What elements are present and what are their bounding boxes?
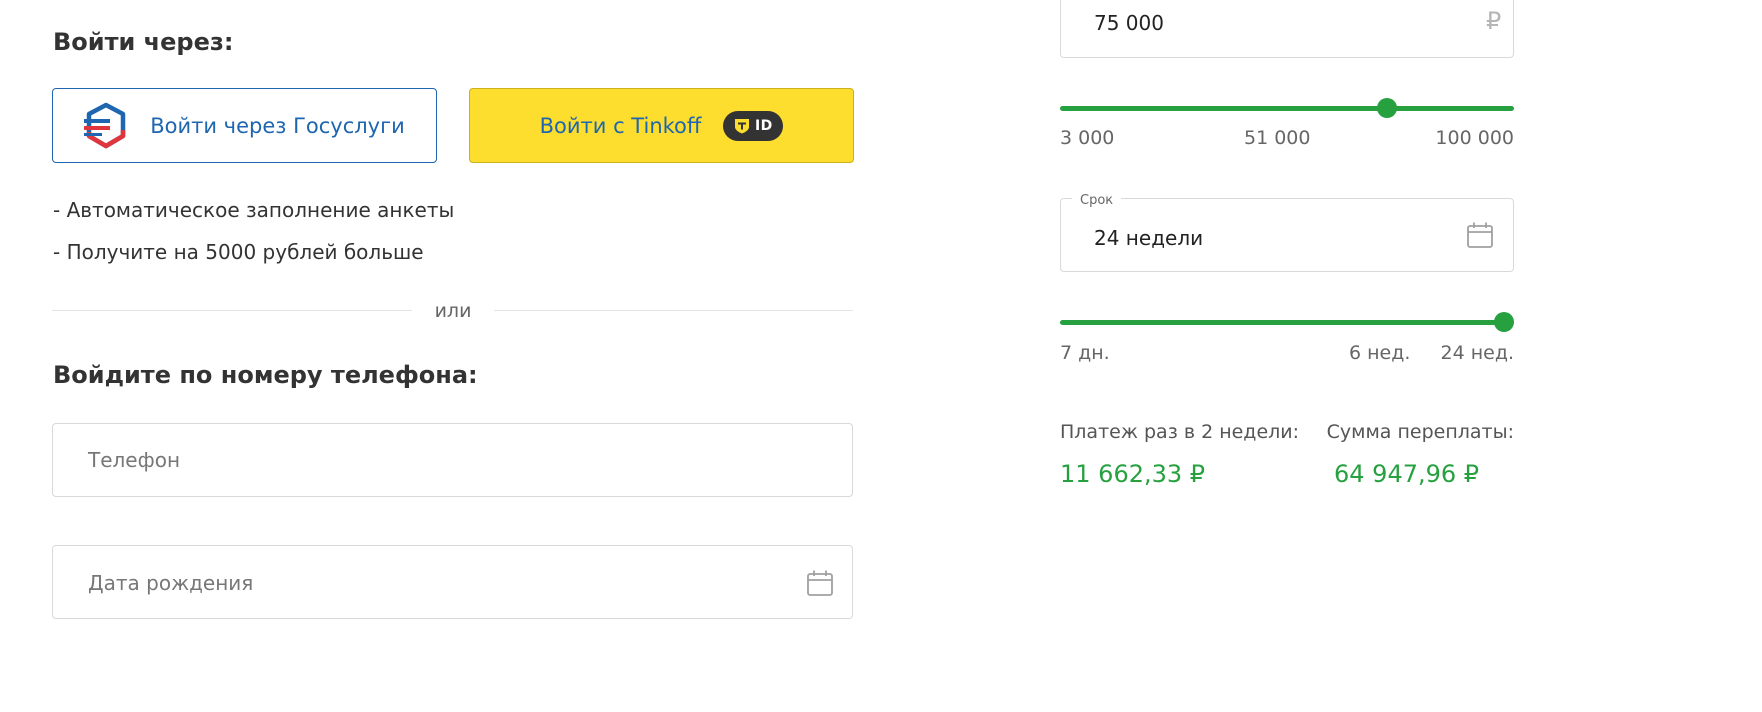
- amount-slider-thumb[interactable]: [1377, 98, 1397, 118]
- gosuslugi-login-button[interactable]: Войти через Госуслуги: [52, 88, 437, 163]
- term-slider[interactable]: [1060, 312, 1514, 332]
- term-slider-thumb[interactable]: [1494, 312, 1514, 332]
- calendar-icon[interactable]: [1466, 221, 1494, 249]
- gosuslugi-button-label: Войти через Госуслуги: [150, 113, 405, 138]
- amount-slider-track[interactable]: [1060, 106, 1514, 111]
- amount-mid-label: 51 000: [1244, 127, 1311, 149]
- payment-value: 11 662,33 ₽: [1060, 460, 1206, 488]
- amount-min-label: 3 000: [1060, 127, 1115, 149]
- phone-placeholder: Телефон: [88, 448, 181, 472]
- term-max-label: 24 нед.: [1440, 342, 1514, 364]
- term-mid-label: 6 нед.: [1349, 342, 1411, 364]
- phone-login-heading: Войдите по номеру телефона:: [53, 361, 478, 389]
- overpayment-label: Сумма переплаты:: [1326, 421, 1514, 443]
- gosuslugi-logo-icon: [84, 102, 126, 148]
- login-heading: Войти через:: [53, 28, 234, 56]
- tinkoff-id-label: ID: [754, 117, 773, 134]
- payment-label: Платеж раз в 2 недели:: [1060, 421, 1300, 443]
- loan-amount-value: 75 000: [1094, 11, 1164, 35]
- phone-input[interactable]: Телефон: [52, 423, 853, 497]
- tinkoff-button-label: Войти с Tinkoff: [539, 113, 702, 138]
- birthdate-placeholder: Дата рождения: [88, 571, 254, 595]
- tinkoff-login-button[interactable]: Войти с Tinkoff ID: [469, 88, 854, 163]
- divider-line-right: [494, 310, 853, 311]
- term-value: 24 недели: [1094, 226, 1204, 250]
- ruble-icon: ₽: [1486, 7, 1502, 35]
- amount-slider[interactable]: [1060, 98, 1514, 118]
- loan-amount-field[interactable]: 75 000 ₽: [1060, 0, 1514, 58]
- tinkoff-id-icon: ID: [723, 110, 784, 141]
- term-min-label: 7 дн.: [1060, 342, 1110, 364]
- term-field[interactable]: 24 недели: [1060, 198, 1514, 272]
- calendar-icon[interactable]: [806, 569, 834, 597]
- overpayment-value: 64 947,96 ₽: [1334, 460, 1480, 488]
- divider-line-left: [52, 310, 412, 311]
- birthdate-input[interactable]: Дата рождения: [52, 545, 853, 619]
- term-slider-track[interactable]: [1060, 320, 1514, 325]
- amount-max-label: 100 000: [1435, 127, 1514, 149]
- or-divider-label: или: [434, 300, 472, 322]
- term-field-label: Срок: [1072, 193, 1122, 208]
- benefit-item: - Получите на 5000 рублей больше: [53, 240, 424, 264]
- benefit-item: - Автоматическое заполнение анкеты: [53, 198, 455, 222]
- tinkoff-shield-icon: [734, 118, 749, 133]
